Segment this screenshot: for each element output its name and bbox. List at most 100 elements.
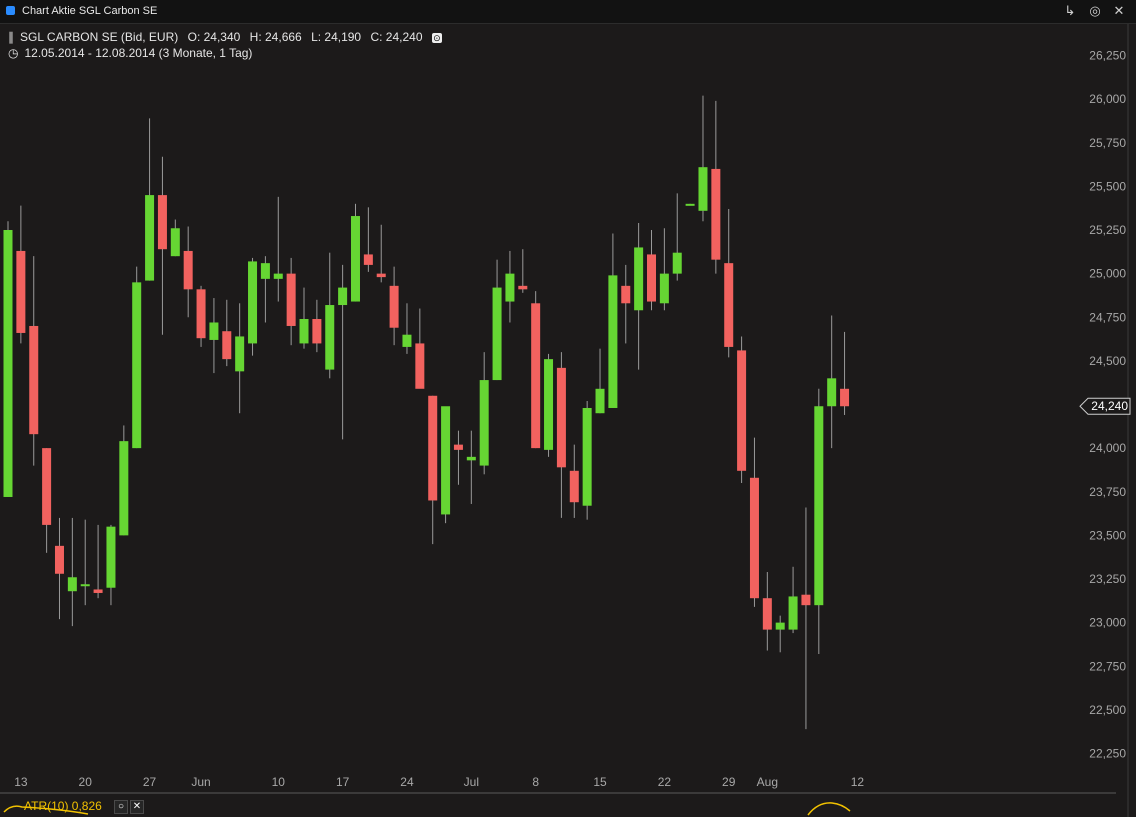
candle-body xyxy=(544,359,554,450)
candle-body xyxy=(338,287,348,306)
candle-body xyxy=(582,407,592,506)
x-tick-label: 17 xyxy=(336,775,350,789)
candle[interactable] xyxy=(762,572,772,651)
candle-body xyxy=(749,477,759,599)
indicator-settings-icon[interactable]: ○ xyxy=(114,800,128,814)
candle[interactable] xyxy=(531,291,541,449)
candle-body xyxy=(801,594,811,606)
candle-body xyxy=(492,287,502,381)
candle[interactable] xyxy=(235,303,245,414)
candle[interactable] xyxy=(389,266,399,346)
candle[interactable] xyxy=(441,406,451,524)
x-tick-label: Jul xyxy=(464,775,479,789)
candle[interactable] xyxy=(350,203,360,302)
candle[interactable] xyxy=(595,348,605,414)
candle[interactable] xyxy=(428,395,438,545)
y-tick-label: 26,250 xyxy=(1089,49,1126,63)
candle[interactable] xyxy=(698,95,708,222)
candle-body xyxy=(273,273,283,279)
x-tick-label: 8 xyxy=(532,775,539,789)
candle[interactable] xyxy=(685,203,695,206)
candle[interactable] xyxy=(659,228,669,311)
candle[interactable] xyxy=(67,517,77,627)
x-tick-label: 12 xyxy=(851,775,865,789)
high-value: H: 24,666 xyxy=(249,30,302,44)
indicator-close-button[interactable]: ✕ xyxy=(130,800,144,814)
candle[interactable] xyxy=(222,299,232,367)
candle[interactable] xyxy=(556,352,566,518)
candle[interactable] xyxy=(569,444,579,518)
candle[interactable] xyxy=(260,256,270,323)
candle[interactable] xyxy=(80,519,90,606)
candle[interactable] xyxy=(788,566,798,634)
candle[interactable] xyxy=(312,299,322,353)
candle[interactable] xyxy=(93,524,103,599)
candle[interactable] xyxy=(582,401,592,520)
candle[interactable] xyxy=(749,437,759,607)
candle-body xyxy=(415,343,425,389)
settings-icon[interactable]: ◎ xyxy=(1086,2,1104,20)
y-tick-label: 26,000 xyxy=(1089,92,1126,106)
chart-area[interactable]: 22,250 22,500 22,750 23,000 23,250 23,500 23,7… xyxy=(0,24,1136,817)
candle[interactable] xyxy=(119,425,129,536)
candle[interactable] xyxy=(466,430,476,504)
candle[interactable] xyxy=(840,331,850,415)
candle[interactable] xyxy=(518,249,528,293)
candle[interactable] xyxy=(415,308,425,389)
candle[interactable] xyxy=(54,517,64,620)
candle[interactable] xyxy=(544,353,554,457)
candle[interactable] xyxy=(634,223,644,370)
candle[interactable] xyxy=(402,303,412,354)
close-icon[interactable]: ✕ xyxy=(1110,2,1128,20)
candle[interactable] xyxy=(42,448,52,553)
candle-body xyxy=(363,254,373,265)
candle-body xyxy=(762,598,772,630)
candle[interactable] xyxy=(492,259,502,381)
candle[interactable] xyxy=(724,209,734,358)
candle[interactable] xyxy=(29,256,39,466)
candle-body xyxy=(157,195,167,250)
candle[interactable] xyxy=(647,230,656,311)
x-tick-label: 20 xyxy=(79,775,93,789)
indicator-value: 0,826 xyxy=(71,799,102,813)
candle[interactable] xyxy=(608,233,618,408)
info-settings-icon[interactable]: ⊙ xyxy=(431,33,442,43)
candle[interactable] xyxy=(775,615,785,653)
candle[interactable] xyxy=(157,156,167,335)
candle[interactable] xyxy=(16,205,26,344)
candle[interactable] xyxy=(286,257,296,346)
candle[interactable] xyxy=(505,250,515,323)
candle[interactable] xyxy=(248,257,258,356)
candle[interactable] xyxy=(453,430,463,485)
candle[interactable] xyxy=(363,207,373,272)
candle[interactable] xyxy=(672,193,682,281)
y-tick-label: 22,750 xyxy=(1089,659,1126,673)
export-icon[interactable]: ↳ xyxy=(1061,2,1079,20)
candle[interactable] xyxy=(737,336,747,484)
candle[interactable] xyxy=(183,226,193,318)
candle[interactable] xyxy=(338,264,348,440)
candle-body xyxy=(235,336,245,372)
candle-body xyxy=(119,441,129,536)
candle[interactable] xyxy=(3,221,13,497)
candle[interactable] xyxy=(814,388,824,655)
candle[interactable] xyxy=(106,524,116,606)
candle[interactable] xyxy=(299,287,309,349)
candle[interactable] xyxy=(196,285,206,347)
candle[interactable] xyxy=(132,266,142,449)
candle[interactable] xyxy=(170,219,180,257)
chart-type-icon[interactable]: ∥ xyxy=(8,30,14,44)
candle[interactable] xyxy=(479,352,489,475)
candle-body xyxy=(312,318,322,344)
candle[interactable] xyxy=(711,100,721,274)
candle[interactable] xyxy=(145,118,155,281)
candle[interactable] xyxy=(273,196,283,302)
candle-body xyxy=(788,596,798,630)
candle[interactable] xyxy=(376,224,386,283)
candle[interactable] xyxy=(325,252,335,379)
candle[interactable] xyxy=(801,507,811,730)
candle[interactable] xyxy=(621,264,631,344)
candle[interactable] xyxy=(209,298,219,374)
candlestick-chart[interactable]: 22,250 22,500 22,750 23,000 23,250 23,500 23,7… xyxy=(0,24,1136,817)
candle[interactable] xyxy=(827,315,837,449)
